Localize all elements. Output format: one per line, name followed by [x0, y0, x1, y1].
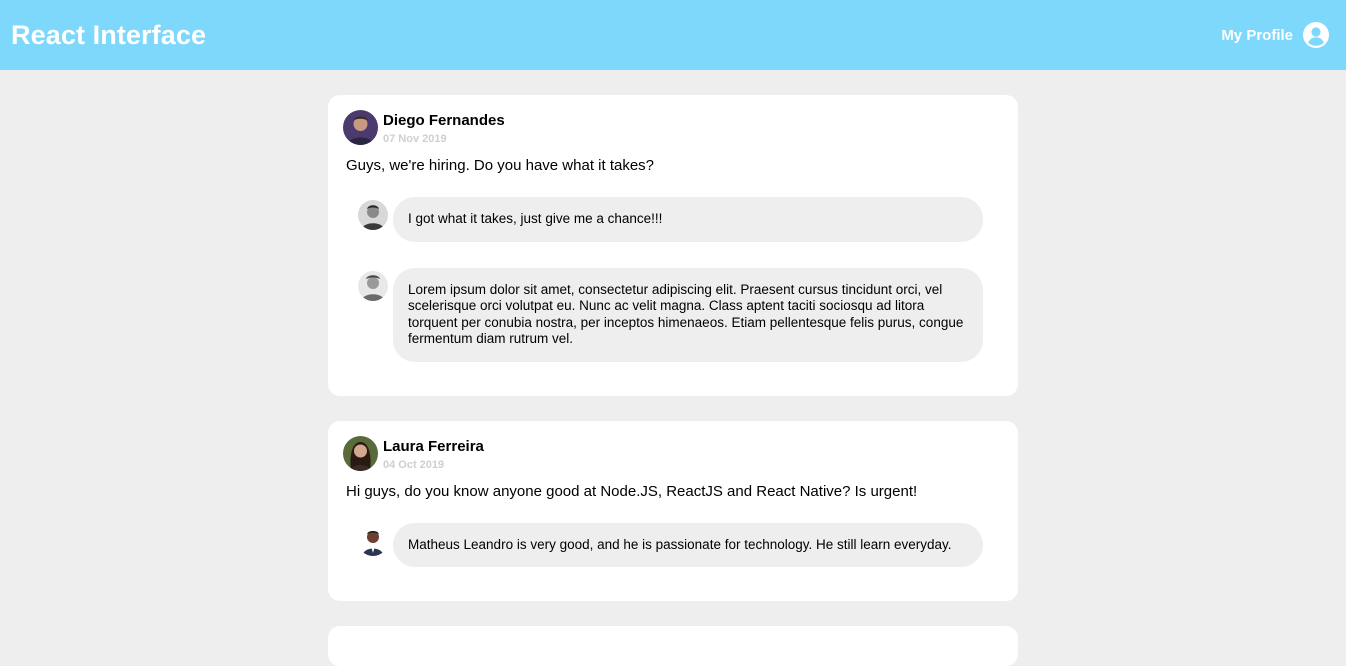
post-author[interactable]: Diego Fernandes	[383, 112, 505, 129]
app-header: React Interface My Profile	[0, 0, 1346, 70]
post-meta: Laura Ferreira 04 Oct 2019	[383, 436, 484, 471]
avatar[interactable]	[358, 200, 388, 230]
avatar[interactable]	[358, 270, 388, 301]
avatar[interactable]	[343, 110, 378, 145]
post-card	[328, 626, 1018, 666]
comment: Matheus Leandro is very good, and he is …	[358, 522, 983, 567]
post-author[interactable]: Laura Ferreira	[383, 438, 484, 455]
post-content: Hi guys, do you know anyone good at Node…	[346, 482, 918, 500]
my-profile-link[interactable]: My Profile	[1221, 22, 1329, 48]
comment-bubble: I got what it takes, just give me a chan…	[393, 197, 983, 242]
post-content: Guys, we're hiring. Do you have what it …	[346, 157, 655, 174]
post-date: 07 Nov 2019	[383, 133, 447, 145]
comment: Lorem ipsum dolor sit amet, consectetur …	[358, 267, 983, 362]
post-header: Laura Ferreira 04 Oct 2019	[343, 435, 983, 471]
avatar[interactable]	[358, 525, 388, 556]
post-card: Diego Fernandes 07 Nov 2019 Guys, we're …	[328, 95, 1018, 396]
app-title: React Interface	[11, 19, 207, 50]
comment-bubble: Lorem ipsum dolor sit amet, consectetur …	[393, 267, 983, 362]
post-header: Diego Fernandes 07 Nov 2019	[343, 110, 983, 145]
avatar[interactable]	[343, 435, 378, 471]
post-meta: Diego Fernandes 07 Nov 2019	[383, 110, 505, 145]
comment-list: Matheus Leandro is very good, and he is …	[343, 522, 983, 567]
profile-label: My Profile	[1221, 26, 1293, 44]
post-feed: Diego Fernandes 07 Nov 2019 Guys, we're …	[328, 95, 1018, 666]
post-date: 04 Oct 2019	[383, 458, 445, 471]
comment-list: I got what it takes, just give me a chan…	[343, 197, 983, 362]
post-card: Laura Ferreira 04 Oct 2019 Hi guys, do y…	[328, 420, 1018, 601]
comment: I got what it takes, just give me a chan…	[358, 197, 983, 242]
comment-bubble: Matheus Leandro is very good, and he is …	[393, 522, 983, 567]
user-circle-icon	[1303, 22, 1329, 48]
